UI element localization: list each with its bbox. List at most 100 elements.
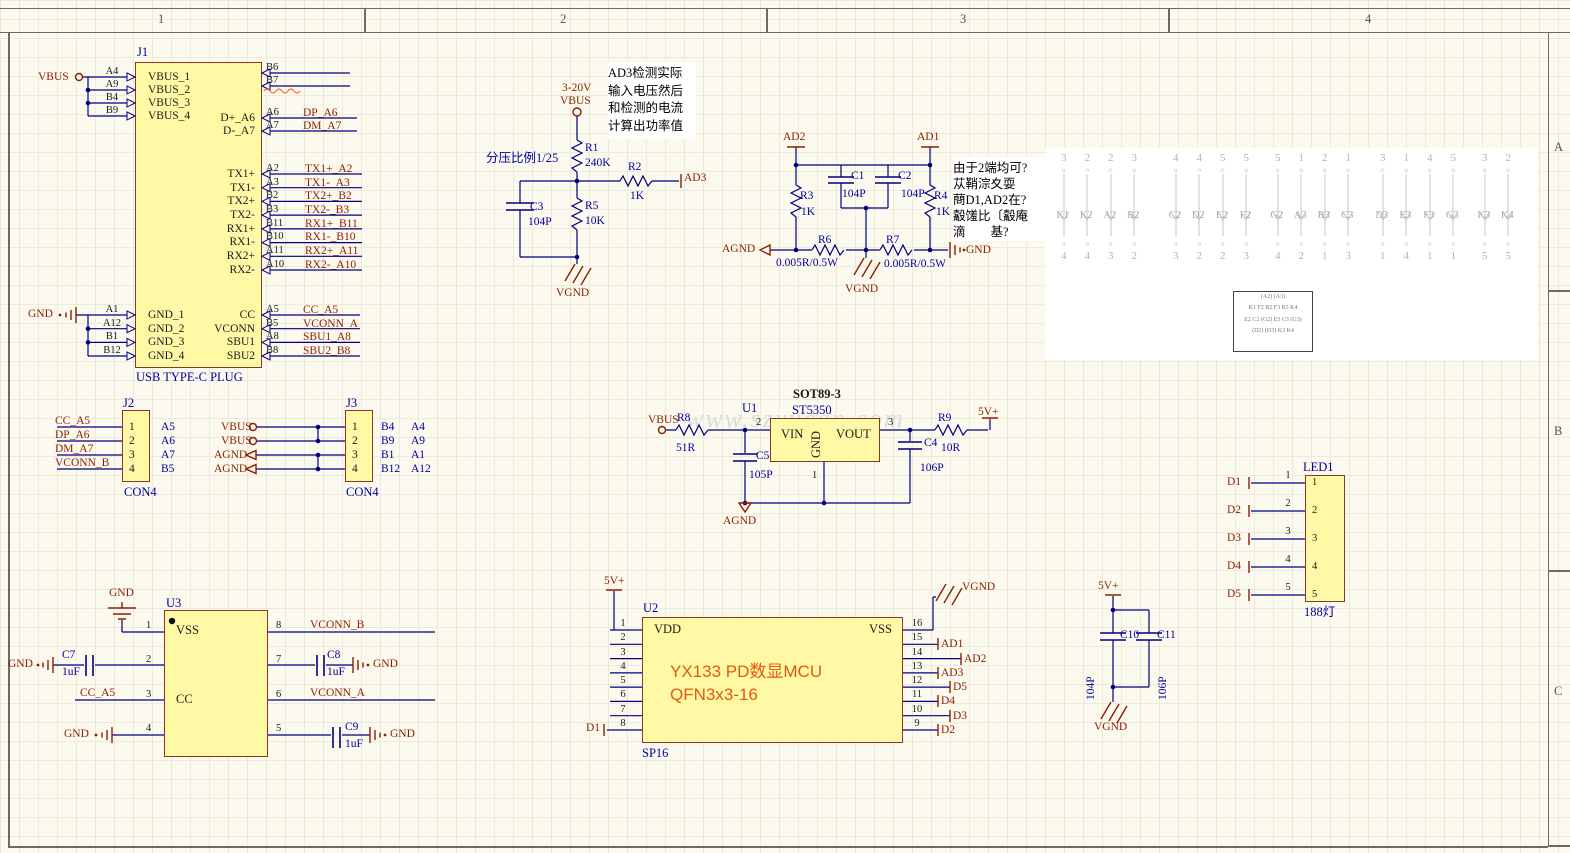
net-label[interactable]: D4 xyxy=(1227,560,1241,588)
ad1-port[interactable]: AD1 xyxy=(917,131,939,144)
net-label[interactable]: VCONN_A xyxy=(303,318,358,332)
net-label[interactable]: DP_A6 xyxy=(55,429,109,443)
note-line: 苁鞘淙夊耍 xyxy=(953,173,1047,189)
net-label[interactable]: TX2-_B3 xyxy=(305,204,358,218)
net-label[interactable]: RX2+_A11 xyxy=(305,245,358,259)
ad1-label-u2[interactable]: AD1 xyxy=(941,638,963,651)
vbus-port-label[interactable]: VBUS xyxy=(38,71,69,84)
net-label[interactable]: SBU1_A8 xyxy=(303,331,358,345)
gnd-label-c9[interactable]: GND xyxy=(390,728,415,741)
d1-port-u2[interactable]: D1 xyxy=(586,722,600,735)
gnd-port-label[interactable]: GND xyxy=(28,308,53,321)
net-label[interactable]: DM_A7 xyxy=(55,443,109,457)
led1-pin-numbers: 12345 xyxy=(1280,470,1296,610)
c3-refdes[interactable]: C3 xyxy=(530,201,543,214)
net-label[interactable]: TX2+_B2 xyxy=(305,190,358,204)
r7-refdes[interactable]: R7 xyxy=(886,234,899,247)
r2-refdes[interactable]: R2 xyxy=(628,161,641,174)
pin-number: 3 xyxy=(129,449,135,463)
vbus-port-u1[interactable]: VBUS xyxy=(648,414,679,427)
net-label[interactable]: CC_A5 xyxy=(303,304,358,318)
pin-name: GND_3 xyxy=(148,336,184,350)
net-label[interactable]: RX1+_B11 xyxy=(305,218,358,232)
net-label[interactable]: D5 xyxy=(1227,588,1241,616)
cc-a5-label-u3[interactable]: CC_A5 xyxy=(80,687,115,700)
pin-number: B12 xyxy=(96,345,128,359)
vgnd-label-divider[interactable]: VGND xyxy=(556,287,589,300)
pin-name: D+_A6 xyxy=(185,112,255,125)
ad2-port[interactable]: AD2 xyxy=(783,131,805,144)
d4-label-u2[interactable]: D4 xyxy=(941,695,955,708)
net-label[interactable]: D3 xyxy=(1227,532,1241,560)
ad3-label-u2[interactable]: AD3 xyxy=(941,667,963,680)
led1-inner-numbers: 12345 xyxy=(1312,477,1317,617)
vgnd-label-u2[interactable]: VGND xyxy=(962,581,995,594)
pin-number: A9 xyxy=(96,79,128,92)
gnd-label-c7[interactable]: GND xyxy=(8,658,33,671)
diode-symbol: 3oK3o5 xyxy=(1473,152,1497,270)
c4-refdes[interactable]: C4 xyxy=(924,437,937,450)
gnd-label-u3-p4[interactable]: GND xyxy=(64,728,89,741)
vconn-b-label[interactable]: VCONN_B xyxy=(310,619,364,632)
net-label[interactable]: VCONN_B xyxy=(55,457,109,471)
c2-refdes[interactable]: C2 xyxy=(898,170,911,183)
r5-refdes[interactable]: R5 xyxy=(585,200,598,213)
net-label[interactable]: DP_A6 xyxy=(303,107,341,120)
net-label[interactable]: CC_A5 xyxy=(55,415,109,429)
c9-refdes[interactable]: C9 xyxy=(345,721,358,734)
j3-vbus-port-1[interactable]: VBUS xyxy=(221,421,252,434)
c1-refdes[interactable]: C1 xyxy=(851,170,864,183)
net-label[interactable]: DM_A7 xyxy=(303,120,341,133)
vconn-a-label[interactable]: VCONN_A xyxy=(310,687,365,700)
diode-symbol: 2oK2o4 xyxy=(1076,152,1100,270)
d3-label-u2[interactable]: D3 xyxy=(953,710,967,723)
net-label[interactable]: D1 xyxy=(1227,476,1241,504)
r1-refdes[interactable]: R1 xyxy=(585,142,598,155)
vbus-port-divider[interactable]: VBUS xyxy=(560,95,591,108)
pad-label: A12 xyxy=(411,463,431,477)
vgnd-label-adc[interactable]: VGND xyxy=(845,283,878,296)
j3-agnd-port-1[interactable]: AGND xyxy=(214,449,247,462)
d2-label-u2[interactable]: D2 xyxy=(941,724,955,737)
net-label[interactable]: TX1+_A2 xyxy=(305,163,358,177)
j3-agnd-port-2[interactable]: AGND xyxy=(214,463,247,476)
j1-txrx-net-labels[interactable]: TX1+_A2TX1-_A3TX2+_B2TX2-_B3RX1+_B11RX1-… xyxy=(305,163,358,273)
net-label[interactable]: RX1-_B10 xyxy=(305,231,358,245)
r8-refdes[interactable]: R8 xyxy=(677,412,690,425)
ad3-port[interactable]: AD3 xyxy=(684,172,706,185)
r4-value: 1K xyxy=(936,206,950,219)
net-label[interactable]: D2 xyxy=(1227,504,1241,532)
pin-number: B2 xyxy=(266,190,284,204)
led1-net-labels[interactable]: D1D2D3D4D5 xyxy=(1227,476,1241,616)
agnd-port-adc[interactable]: AGND xyxy=(722,243,755,256)
net-label[interactable]: RX2-_A10 xyxy=(305,259,358,273)
agnd-port-u1[interactable]: AGND xyxy=(723,515,756,528)
gnd-label-c8[interactable]: GND xyxy=(373,658,398,671)
d5-label-u2[interactable]: D5 xyxy=(953,681,967,694)
pin-number: 7 xyxy=(612,704,634,718)
r9-refdes[interactable]: R9 xyxy=(938,412,951,425)
r3-refdes[interactable]: R3 xyxy=(800,190,813,203)
c11-refdes[interactable]: C11 xyxy=(1157,629,1176,642)
j1-txrx-pin-names: TX1+TX1-TX2+TX2-RX1+RX1-RX2+RX2- xyxy=(185,168,255,278)
c8-refdes[interactable]: C8 xyxy=(327,649,340,662)
note-line: 由于2端均可? xyxy=(953,157,1047,173)
net-label[interactable]: SBU2_B8 xyxy=(303,345,358,359)
r4-refdes[interactable]: R4 xyxy=(934,190,947,203)
c5-refdes[interactable]: C5 xyxy=(756,450,769,463)
5v-port-u2[interactable]: 5V+ xyxy=(604,575,625,588)
j2-net-labels[interactable]: CC_A5DP_A6DM_A7VCONN_B xyxy=(55,415,109,471)
c7-refdes[interactable]: C7 xyxy=(62,649,75,662)
gnd-label-u3-top[interactable]: GND xyxy=(109,587,134,600)
j1-cc-net-labels[interactable]: CC_A5VCONN_ASBU1_A8SBU2_B8 xyxy=(303,304,358,359)
c10-refdes[interactable]: C10 xyxy=(1120,629,1139,642)
ad2-label-u2[interactable]: AD2 xyxy=(964,653,986,666)
net-label[interactable]: TX1-_A3 xyxy=(305,177,358,191)
vgnd-label-cfilter[interactable]: VGND xyxy=(1094,721,1127,734)
j3-vbus-port-2[interactable]: VBUS xyxy=(221,435,252,448)
5v-port-cfilter[interactable]: 5V+ xyxy=(1098,580,1119,593)
j1-dp-net-labels[interactable]: DP_A6DM_A7 xyxy=(303,107,341,133)
gnd-label-adc[interactable]: GND xyxy=(966,244,991,257)
5v-port-u1[interactable]: 5V+ xyxy=(978,406,999,419)
r6-refdes[interactable]: R6 xyxy=(818,234,831,247)
